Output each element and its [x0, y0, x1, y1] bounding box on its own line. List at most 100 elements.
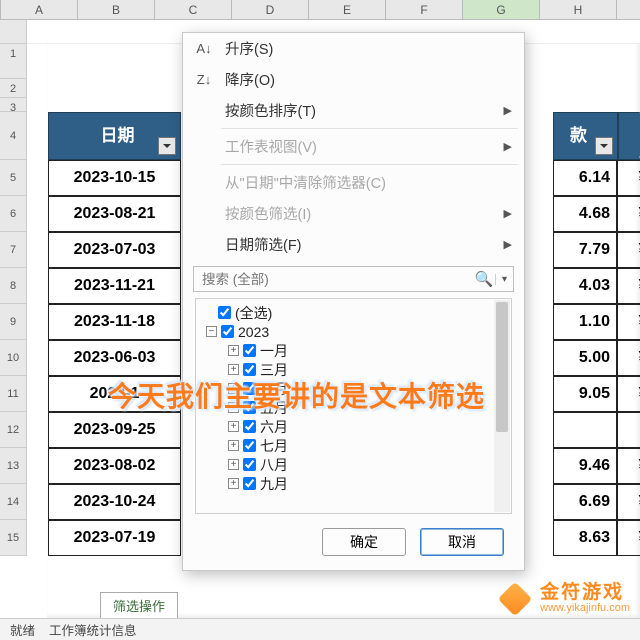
header-amount[interactable]: 款 — [553, 112, 618, 160]
status-workbook-stats[interactable]: 工作簿统计信息 — [49, 620, 137, 639]
month-checkbox[interactable] — [243, 344, 256, 357]
tree-month[interactable]: +七月 — [202, 436, 511, 455]
cell-date[interactable]: 2023-06-03 — [48, 340, 181, 376]
expand-icon[interactable]: + — [228, 459, 239, 470]
col-D[interactable]: D — [232, 0, 309, 19]
filter-dropdown-icon[interactable] — [595, 137, 613, 155]
scrollbar-thumb[interactable] — [496, 302, 508, 432]
cell-amt[interactable]: 7.79 — [553, 232, 617, 268]
cell-sal[interactable]: ¥7,775. — [617, 484, 640, 520]
cancel-button[interactable]: 取消 — [420, 528, 504, 556]
cell-sal[interactable]: ¥8,695. — [617, 232, 640, 268]
cell-amt[interactable]: 6.69 — [553, 484, 617, 520]
sort-by-color[interactable]: 按颜色排序(T) ▶ — [183, 95, 524, 126]
row-3[interactable]: 3 — [0, 98, 27, 112]
row-9[interactable]: 9 — [0, 304, 27, 340]
search-icon[interactable]: 🔍 — [473, 270, 495, 288]
row-8[interactable]: 8 — [0, 268, 27, 304]
select-all-checkbox[interactable] — [218, 306, 231, 319]
cell-sal[interactable]: ¥8,025. — [617, 196, 640, 232]
tree-month[interactable]: +一月 — [202, 341, 511, 360]
expand-icon[interactable]: + — [228, 364, 239, 375]
cell-amt[interactable]: 4.03 — [553, 268, 617, 304]
month-checkbox[interactable] — [243, 439, 256, 452]
expand-icon[interactable]: + — [228, 345, 239, 356]
col-B[interactable]: B — [78, 0, 155, 19]
tree-year-2023[interactable]: − 2023 — [202, 322, 511, 341]
filter-by-color: 按颜色筛选(I) ▶ — [183, 198, 524, 229]
row-2[interactable]: 2 — [0, 79, 27, 98]
cell-date[interactable]: 2023-10-24 — [48, 484, 181, 520]
row-15[interactable]: 15 — [0, 520, 27, 556]
tree-month[interactable]: +六月 — [202, 417, 511, 436]
cell-date[interactable]: 2023-07-19 — [48, 520, 181, 556]
row-4[interactable]: 4 — [0, 112, 27, 160]
cell-amt[interactable]: 9.46 — [553, 448, 617, 484]
row-10[interactable]: 10 — [0, 340, 27, 376]
filter-search-box[interactable]: 🔍 ▾ — [193, 266, 514, 292]
collapse-icon[interactable]: − — [206, 326, 217, 337]
cell-amt[interactable]: 1.10 — [553, 304, 617, 340]
cell-amt[interactable]: 8.63 — [553, 520, 617, 556]
row-14[interactable]: 14 — [0, 484, 27, 520]
filter-search-input[interactable] — [194, 272, 473, 287]
sort-ascending[interactable]: A↓ 升序(S) — [183, 33, 524, 64]
expand-icon[interactable]: + — [228, 478, 239, 489]
year-checkbox[interactable] — [221, 325, 234, 338]
cell-date[interactable]: 2023-08-02 — [48, 448, 181, 484]
month-checkbox[interactable] — [243, 458, 256, 471]
sheet-tab-filter[interactable]: 筛选操作 — [100, 592, 178, 618]
date-filter[interactable]: 日期筛选(F) ▶ — [183, 229, 524, 260]
header-date[interactable]: 日期 — [48, 112, 181, 160]
header-salary[interactable]: 实领工资 — [618, 112, 640, 160]
cell-sal[interactable]: ¥7,999. — [617, 376, 640, 412]
cell-amt[interactable]: 9.05 — [553, 376, 617, 412]
filter-color-label: 按颜色筛选(I) — [225, 203, 311, 224]
col-H[interactable]: H — [540, 0, 617, 19]
col-F[interactable]: F — [386, 0, 463, 19]
cell-sal[interactable]: ¥7,872. — [617, 268, 640, 304]
row-12[interactable]: 12 — [0, 412, 27, 448]
cell-date[interactable]: 2023-11-18 — [48, 304, 181, 340]
tree-scrollbar[interactable] — [494, 300, 510, 512]
cell-date[interactable]: 2023-07-03 — [48, 232, 181, 268]
tree-month[interactable]: +九月 — [202, 474, 511, 493]
cell-sal[interactable]: ¥7,929. — [617, 520, 640, 556]
header-amount-label: 款 — [570, 112, 587, 160]
search-scope-dropdown-icon[interactable]: ▾ — [495, 274, 513, 285]
row-13[interactable]: 13 — [0, 448, 27, 484]
cell-sal[interactable]: ¥8,335. — [617, 448, 640, 484]
row-5[interactable]: 5 — [0, 160, 27, 196]
cell-date[interactable]: 2023-09-25 — [48, 412, 181, 448]
tree-select-all[interactable]: (全选) — [202, 303, 511, 322]
cell-amt[interactable]: 6.14 — [553, 160, 617, 196]
row-11[interactable]: 11 — [0, 376, 27, 412]
col-E[interactable]: E — [309, 0, 386, 19]
row-7[interactable]: 7 — [0, 232, 27, 268]
cell-amt[interactable]: 4.68 — [553, 196, 617, 232]
col-I[interactable]: I — [617, 0, 640, 19]
cell-sal[interactable]: ¥8,654. — [617, 340, 640, 376]
tree-month[interactable]: +八月 — [202, 455, 511, 474]
cell-date[interactable]: 2023-08-21 — [48, 196, 181, 232]
cell-date[interactable]: 2023-10-15 — [48, 160, 181, 196]
cell-amt[interactable] — [553, 412, 617, 448]
cell-sal[interactable]: ¥7,910. — [617, 160, 640, 196]
cell-sal[interactable] — [617, 412, 640, 448]
sort-asc-label: 升序(S) — [225, 38, 273, 59]
col-G[interactable]: G — [463, 0, 540, 19]
col-A[interactable]: A — [1, 0, 78, 19]
cell-sal[interactable]: ¥8,216. — [617, 304, 640, 340]
ok-button[interactable]: 确定 — [322, 528, 406, 556]
cell-date[interactable]: 2023-11-21 — [48, 268, 181, 304]
cell-amt[interactable]: 5.00 — [553, 340, 617, 376]
sort-descending[interactable]: Z↓ 降序(O) — [183, 64, 524, 95]
row-6[interactable]: 6 — [0, 196, 27, 232]
filter-dropdown-icon[interactable] — [158, 137, 176, 155]
expand-icon[interactable]: + — [228, 421, 239, 432]
col-C[interactable]: C — [155, 0, 232, 19]
month-checkbox[interactable] — [243, 477, 256, 490]
row-1[interactable]: 1 — [0, 44, 27, 79]
month-checkbox[interactable] — [243, 420, 256, 433]
expand-icon[interactable]: + — [228, 440, 239, 451]
